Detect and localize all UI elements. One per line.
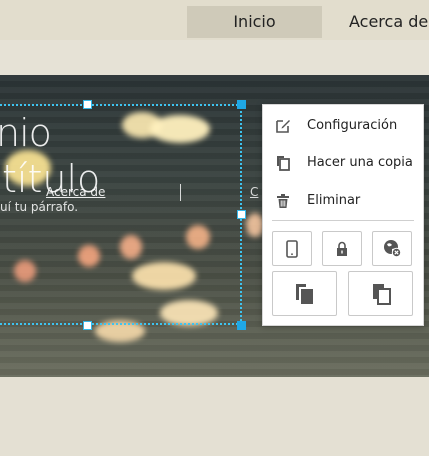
lower-section bbox=[0, 377, 429, 456]
resize-handle-right[interactable] bbox=[237, 210, 246, 219]
bring-forward-icon bbox=[296, 284, 313, 304]
selection-box[interactable] bbox=[0, 104, 242, 325]
lock-button[interactable] bbox=[322, 231, 362, 266]
header-band bbox=[0, 40, 429, 75]
send-backward-icon bbox=[373, 284, 391, 305]
nav-item-inicio[interactable]: Inicio bbox=[187, 6, 322, 38]
mobile-toggle-button[interactable] bbox=[272, 231, 312, 266]
send-backward-button[interactable] bbox=[348, 271, 413, 316]
menu-item-hacer-una-copia[interactable]: Hacer una copia bbox=[263, 147, 423, 179]
menu-item-label: Hacer una copia bbox=[307, 155, 413, 170]
resize-handle-bottom[interactable] bbox=[83, 321, 92, 330]
menu-item-configuracion[interactable]: Configuración bbox=[263, 110, 423, 142]
menu-divider bbox=[272, 220, 414, 221]
resize-handle-top-right[interactable] bbox=[237, 100, 246, 109]
hero-link-2[interactable]: C bbox=[250, 185, 258, 199]
hide-on-mobile-button[interactable] bbox=[372, 231, 412, 266]
copy-icon bbox=[274, 154, 292, 172]
menu-item-label: Eliminar bbox=[307, 193, 361, 208]
lock-icon bbox=[337, 241, 347, 256]
bring-forward-button[interactable] bbox=[272, 271, 337, 316]
hide-on-mobile-icon bbox=[384, 240, 402, 258]
resize-handle-top[interactable] bbox=[83, 100, 92, 109]
top-navigation: Inicio Acerca de bbox=[0, 0, 429, 40]
menu-item-label: Configuración bbox=[307, 118, 398, 133]
menu-item-eliminar[interactable]: Eliminar bbox=[263, 185, 423, 217]
element-context-menu: Configuración Hacer una copia Eliminar bbox=[262, 104, 424, 326]
mobile-icon bbox=[286, 240, 298, 258]
nav-item-acerca-de[interactable]: Acerca de bbox=[349, 6, 429, 38]
edit-icon bbox=[274, 117, 292, 135]
resize-handle-bottom-right[interactable] bbox=[237, 321, 246, 330]
trash-icon bbox=[274, 192, 292, 210]
